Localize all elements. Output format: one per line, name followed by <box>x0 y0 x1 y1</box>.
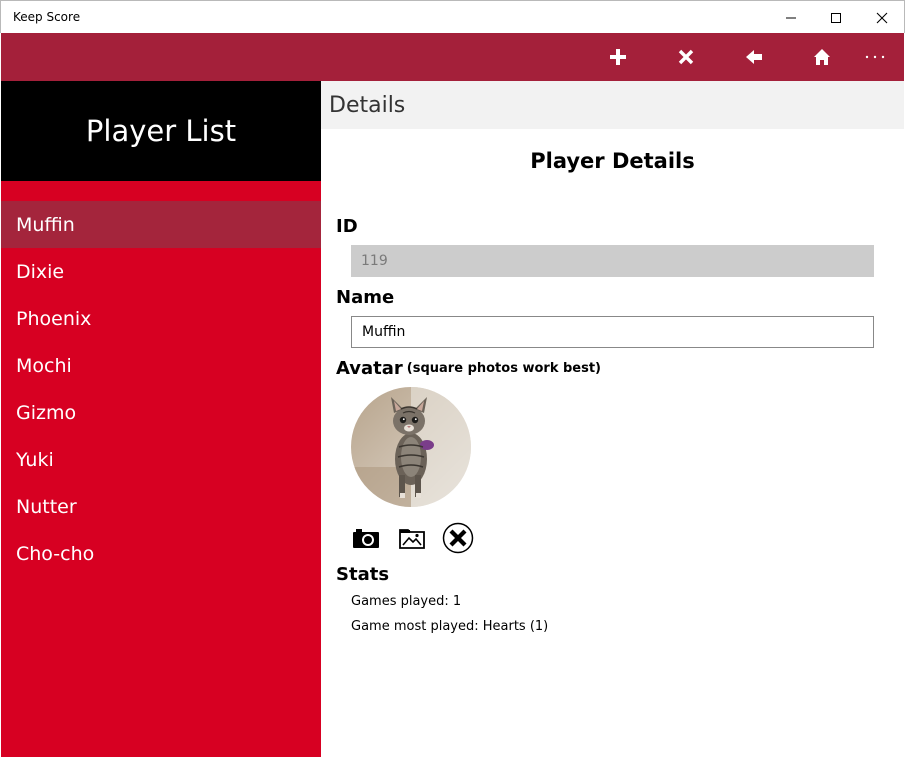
avatar-label-text: Avatar <box>336 358 403 379</box>
avatar-label: Avatar (square photos work best) <box>336 358 601 379</box>
list-item[interactable]: Yuki <box>1 436 321 483</box>
list-item[interactable]: Dixie <box>1 248 321 295</box>
maximize-icon <box>831 12 841 23</box>
picture-folder-icon <box>399 529 425 549</box>
choose-photo-button[interactable] <box>395 521 429 555</box>
minimize-icon <box>786 17 796 18</box>
x-icon <box>678 49 694 65</box>
page-title: Player Details <box>530 149 695 173</box>
name-label: Name <box>336 287 395 308</box>
stat-games-played: Games played: 1 <box>351 594 462 609</box>
plus-icon <box>610 49 626 65</box>
details-pane: Details Player Details ID 119 Name Muffi… <box>321 81 904 757</box>
remove-photo-button[interactable] <box>441 521 475 555</box>
list-item[interactable]: Cho-cho <box>1 530 321 577</box>
list-item[interactable]: Muffin <box>1 201 321 248</box>
id-label: ID <box>336 216 358 237</box>
more-button[interactable] <box>846 33 904 81</box>
details-header: Details <box>321 81 904 129</box>
take-photo-button[interactable] <box>349 521 383 555</box>
avatar <box>351 387 471 507</box>
avatar-hint: (square photos work best) <box>406 361 602 376</box>
window-title: Keep Score <box>13 10 81 24</box>
list-item[interactable]: Phoenix <box>1 295 321 342</box>
name-field[interactable]: Muffin <box>351 316 874 348</box>
home-icon <box>814 49 830 65</box>
list-item[interactable]: Gizmo <box>1 389 321 436</box>
player-list-header: Player List <box>1 81 321 181</box>
player-list-pane: Player List Muffin Dixie Phoenix Mochi G… <box>1 81 321 757</box>
remove-circle-icon <box>442 522 474 554</box>
add-player-button[interactable] <box>584 33 652 81</box>
back-button[interactable] <box>720 33 788 81</box>
id-field: 119 <box>351 245 874 277</box>
list-item[interactable]: Nutter <box>1 483 321 530</box>
list-item[interactable]: Mochi <box>1 342 321 389</box>
kitten-photo <box>351 387 471 507</box>
stats-label: Stats <box>336 564 390 585</box>
command-bar <box>1 33 904 81</box>
close-button[interactable] <box>859 1 905 34</box>
close-icon <box>876 12 888 23</box>
stat-most-played: Game most played: Hearts (1) <box>351 619 549 634</box>
delete-player-button[interactable] <box>652 33 720 81</box>
arrow-left-icon <box>746 50 762 64</box>
more-icon <box>865 55 885 59</box>
details-header-label: Details <box>329 93 406 118</box>
maximize-button[interactable] <box>813 1 859 34</box>
title-bar: Keep Score <box>0 0 905 33</box>
camera-icon <box>353 529 379 548</box>
player-list-title: Player List <box>85 114 237 148</box>
player-list: Muffin Dixie Phoenix Mochi Gizmo Yuki Nu… <box>1 201 321 577</box>
minimize-button[interactable] <box>768 1 814 34</box>
